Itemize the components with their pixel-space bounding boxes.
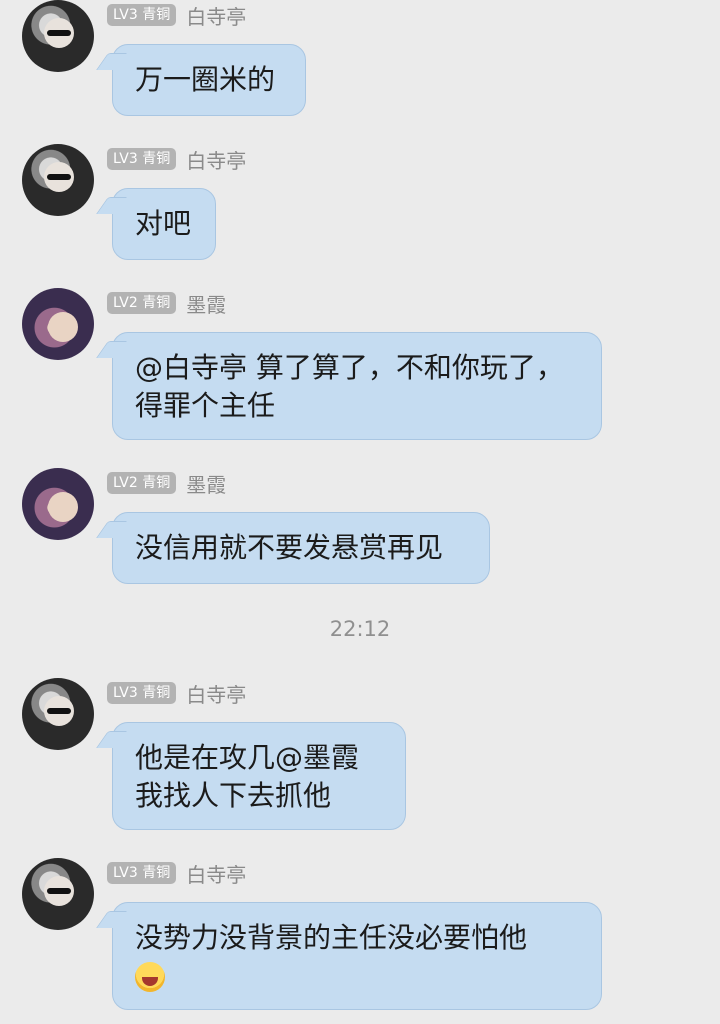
message-line: @白寺亭 算了算了，不和你玩了， [135, 351, 564, 384]
avatar-eyes [47, 888, 71, 894]
sender-name[interactable]: 白寺亭 [186, 1, 246, 30]
user-avatar[interactable] [22, 288, 94, 360]
grinning-sweat-emoji-icon [135, 962, 165, 992]
user-avatar[interactable] [22, 468, 94, 540]
message-emoji-line [135, 957, 579, 995]
message-bubble[interactable]: 对吧 [112, 188, 216, 260]
sender-name[interactable]: 白寺亭 [186, 679, 246, 708]
timestamp: 22:12 [329, 617, 391, 641]
sender-name[interactable]: 白寺亭 [186, 145, 246, 174]
sender-name[interactable]: 墨霞 [186, 289, 226, 318]
level-badge: LV2 青铜 [107, 292, 177, 314]
message-bubble[interactable]: 万一圈米的 [112, 44, 306, 116]
message-line: 没势力没背景的主任没必要怕他 [135, 921, 528, 954]
level-badge: LV3 青铜 [107, 4, 177, 26]
message-bubble[interactable]: 他是在攻几@墨霞 我找人下去抓他 [112, 722, 406, 830]
user-avatar[interactable] [22, 858, 94, 930]
avatar-eyes [47, 708, 71, 714]
message-meta: LV3 青铜 白寺亭 [107, 148, 246, 173]
user-avatar[interactable] [22, 144, 94, 216]
message-line: 对吧 [135, 207, 192, 240]
avatar-eyes [47, 174, 71, 180]
message-meta: LV3 青铜 白寺亭 [107, 862, 246, 887]
sender-name[interactable]: 墨霞 [186, 469, 226, 498]
message-bubble[interactable]: 没势力没背景的主任没必要怕他 [112, 902, 602, 1010]
message-line: 万一圈米的 [135, 63, 276, 96]
message-line: 他是在攻几@墨霞 [135, 741, 360, 774]
level-badge: LV3 青铜 [107, 862, 177, 884]
sender-name[interactable]: 白寺亭 [186, 859, 246, 888]
avatar-eyes [47, 30, 71, 36]
level-badge: LV3 青铜 [107, 148, 177, 170]
message-meta: LV3 青铜 白寺亭 [107, 682, 246, 707]
level-badge: LV3 青铜 [107, 682, 177, 704]
message-bubble[interactable]: 没信用就不要发悬赏再见 [112, 512, 490, 584]
avatar-face [48, 492, 78, 522]
message-line: 得罪个主任 [135, 389, 276, 422]
message-bubble[interactable]: @白寺亭 算了算了，不和你玩了， 得罪个主任 [112, 332, 602, 440]
message-meta: LV2 青铜 墨霞 [107, 292, 226, 317]
user-avatar[interactable] [22, 678, 94, 750]
message-line: 没信用就不要发悬赏再见 [135, 531, 444, 564]
user-avatar[interactable] [22, 0, 94, 72]
message-meta: LV2 青铜 墨霞 [107, 472, 226, 497]
avatar-face [48, 312, 78, 342]
level-badge: LV2 青铜 [107, 472, 177, 494]
message-meta: LV3 青铜 白寺亭 [107, 4, 246, 29]
message-line: 我找人下去抓他 [135, 779, 332, 812]
